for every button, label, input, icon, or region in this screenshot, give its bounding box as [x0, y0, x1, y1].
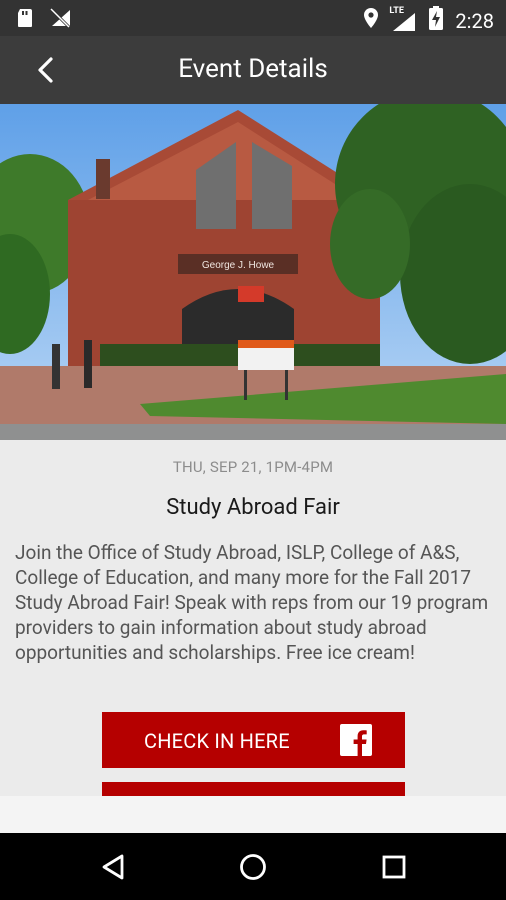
back-nav-icon[interactable] [98, 851, 130, 883]
event-description: Join the Office of Study Abroad, ISLP, C… [15, 541, 489, 664]
app-bar: Event Details [0, 36, 506, 104]
recents-nav-icon[interactable] [378, 851, 410, 883]
event-date: THU, SEP 21, 1PM-4PM [172, 458, 334, 476]
lte-signal-icon: LTE [389, 6, 417, 32]
battery-charging-icon [429, 6, 444, 35]
svg-text:George J. Howe: George J. Howe [202, 260, 275, 271]
status-bar: LTE 2:28 [0, 0, 506, 36]
bottom-strip [0, 796, 506, 833]
location-icon [363, 7, 379, 34]
check-in-button[interactable]: CHECK IN HERE [102, 712, 405, 768]
no-signal-icon [49, 7, 72, 32]
home-nav-icon[interactable] [237, 851, 269, 883]
sd-card-icon [16, 8, 34, 32]
hero-image: George J. Howe [0, 104, 506, 440]
event-details: THU, SEP 21, 1PM-4PM Study Abroad Fair J… [0, 440, 506, 796]
system-nav-bar [0, 833, 506, 900]
check-in-label: CHECK IN HERE [144, 729, 290, 753]
page-title: Event Details [178, 54, 328, 84]
facebook-icon [340, 724, 372, 756]
secondary-action-button[interactable] [102, 782, 405, 796]
event-name: Study Abroad Fair [166, 495, 340, 520]
status-time: 2:28 [455, 8, 494, 33]
